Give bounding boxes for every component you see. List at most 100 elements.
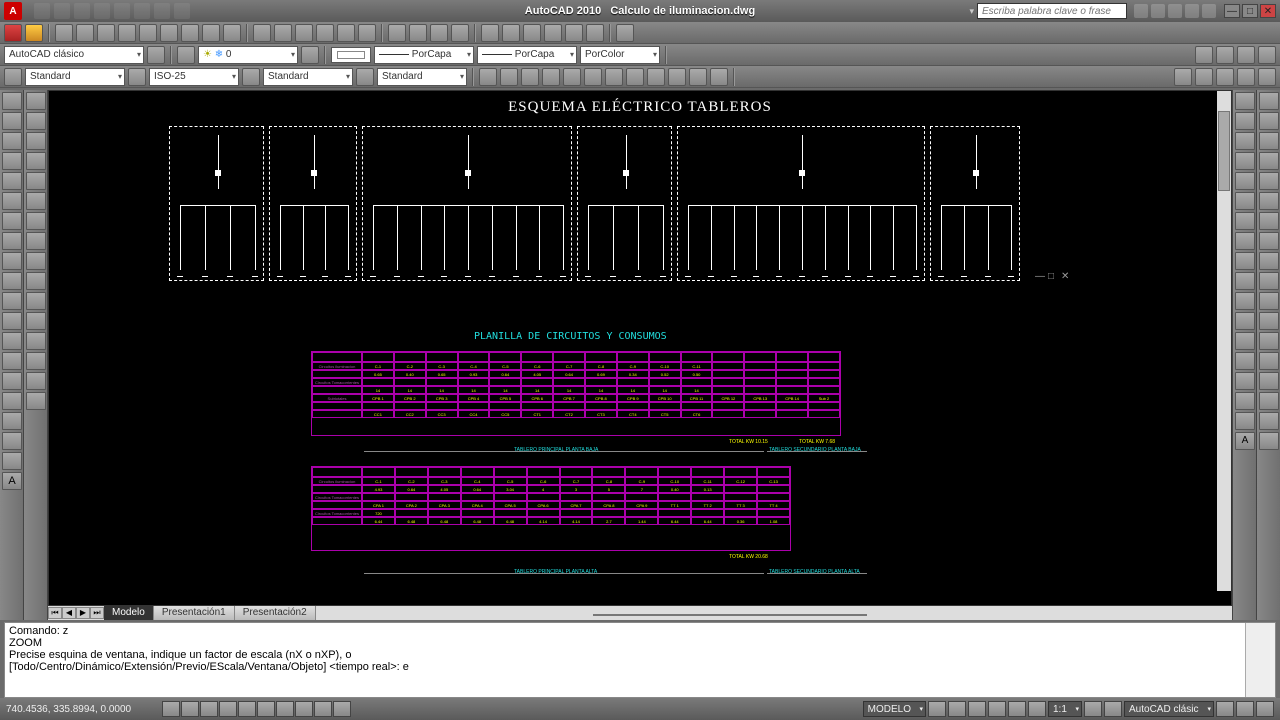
workspace-combo[interactable]: AutoCAD clásico [4,46,144,64]
rotate-icon[interactable] [26,212,46,230]
aa-icon[interactable]: A [1235,432,1255,450]
rect-icon[interactable] [2,172,22,190]
snap-toggle[interactable] [162,701,180,717]
zoom2-icon[interactable] [988,701,1006,717]
block-icon[interactable] [274,24,292,42]
pdf-icon[interactable] [4,24,22,42]
undo-icon[interactable] [337,24,355,42]
osnap-toggle[interactable] [238,701,256,717]
calc-icon[interactable] [586,24,604,42]
tab-model[interactable]: Modelo [104,606,154,620]
edit-block-icon[interactable] [1237,46,1255,64]
table-icon[interactable] [2,432,22,450]
showmotion-icon[interactable] [1028,701,1046,717]
snaptan-icon[interactable] [1259,252,1279,270]
time-icon[interactable] [647,68,665,86]
dimedit-icon[interactable] [1235,372,1255,390]
hatch-icon[interactable] [2,372,22,390]
block2-icon[interactable] [295,24,313,42]
zoom-prev-icon[interactable] [451,24,469,42]
dimarc-icon[interactable] [1235,132,1255,150]
qat-print-icon[interactable] [134,3,150,19]
markup-icon[interactable] [565,24,583,42]
snapins-icon[interactable] [1259,312,1279,330]
comm-icon[interactable] [1168,4,1182,18]
publish-icon[interactable] [160,24,178,42]
trim-icon[interactable] [26,272,46,290]
help-icon[interactable] [1202,4,1216,18]
vscrollbar[interactable] [1217,91,1231,591]
ray-icon[interactable] [2,112,22,130]
command-window[interactable]: Comando: z ZOOM Precise esquina de venta… [4,622,1276,698]
ortho-toggle[interactable] [200,701,218,717]
layer-mgr-icon[interactable] [177,46,195,64]
tool-pal-icon[interactable] [523,24,541,42]
binoculars-icon[interactable] [1134,4,1148,18]
layer-combo[interactable]: ☀ ❄ 0 [198,46,298,64]
fillet-icon[interactable] [26,372,46,390]
mirror-icon[interactable] [26,132,46,150]
qat-save-icon[interactable] [74,3,90,19]
snapquad-icon[interactable] [1259,232,1279,250]
palette-min-icon[interactable]: — [1035,271,1045,281]
dimdia-icon[interactable] [1235,192,1255,210]
dwf-icon[interactable] [25,24,43,42]
new-icon[interactable] [55,24,73,42]
zoom-rt-icon[interactable] [409,24,427,42]
tab-last-icon[interactable]: ⏭ [90,607,104,619]
ellipsearc-icon[interactable] [2,292,22,310]
snapmid-icon[interactable] [1259,152,1279,170]
qat-open-icon[interactable] [54,3,70,19]
dimord-icon[interactable] [1235,152,1255,170]
centermark-icon[interactable] [1235,352,1255,370]
quickview-drawings-icon[interactable] [948,701,966,717]
dimcont-icon[interactable] [1235,272,1255,290]
dtext-icon[interactable] [1259,432,1279,450]
tab-layout1[interactable]: Presentación1 [154,606,235,620]
command-scrollbar[interactable] [1245,623,1275,697]
mtext-icon[interactable] [1259,412,1279,430]
radius-icon[interactable] [626,68,644,86]
dimqck-icon[interactable] [1235,232,1255,250]
help2-icon[interactable] [616,24,634,42]
ducs-toggle[interactable] [276,701,294,717]
qat-redo-icon[interactable] [114,3,130,19]
maximize-button[interactable]: □ [1242,4,1258,18]
snapnear-icon[interactable] [1259,352,1279,370]
quickview-layouts-icon[interactable] [928,701,946,717]
dimbreak-icon[interactable] [1235,312,1255,330]
dimlin-icon[interactable] [1235,92,1255,110]
snapfrom-icon[interactable] [1259,112,1279,130]
gradient-icon[interactable] [2,392,22,410]
mlstyle-combo[interactable]: Standard [377,68,467,86]
dimstyle-icon[interactable] [128,68,146,86]
coordinates-readout[interactable]: 740.4536, 335.8994, 0.0000 [6,704,156,715]
break-icon[interactable] [26,312,46,330]
line-icon[interactable] [2,92,22,110]
copy-mod-icon[interactable] [26,112,46,130]
open-icon[interactable] [76,24,94,42]
snapnode-icon[interactable] [1259,332,1279,350]
polygon-icon[interactable] [2,152,22,170]
text-icon[interactable] [2,452,22,470]
join-icon[interactable] [26,332,46,350]
hide-icon[interactable] [1195,68,1213,86]
snapend-icon[interactable] [1259,132,1279,150]
palette-close-icon[interactable]: ✕ [1061,271,1071,281]
snapperp-icon[interactable] [1259,272,1279,290]
polar-toggle[interactable] [219,701,237,717]
sheet-icon[interactable] [544,24,562,42]
wheel-icon[interactable] [1008,701,1026,717]
id-icon[interactable] [563,68,581,86]
render-icon[interactable] [1174,68,1192,86]
textstyle-combo[interactable]: Standard [25,68,125,86]
xref-icon[interactable] [1258,46,1276,64]
status-icon[interactable] [668,68,686,86]
workspace-status-combo[interactable]: AutoCAD clásic [1124,701,1214,717]
lwt-toggle[interactable] [314,701,332,717]
scale-icon[interactable] [26,232,46,250]
osnap-settings-icon[interactable] [1259,392,1279,410]
dimang-icon[interactable] [1235,212,1255,230]
addsel-icon[interactable]: A [2,472,22,490]
dimupdate-icon[interactable] [1235,412,1255,430]
